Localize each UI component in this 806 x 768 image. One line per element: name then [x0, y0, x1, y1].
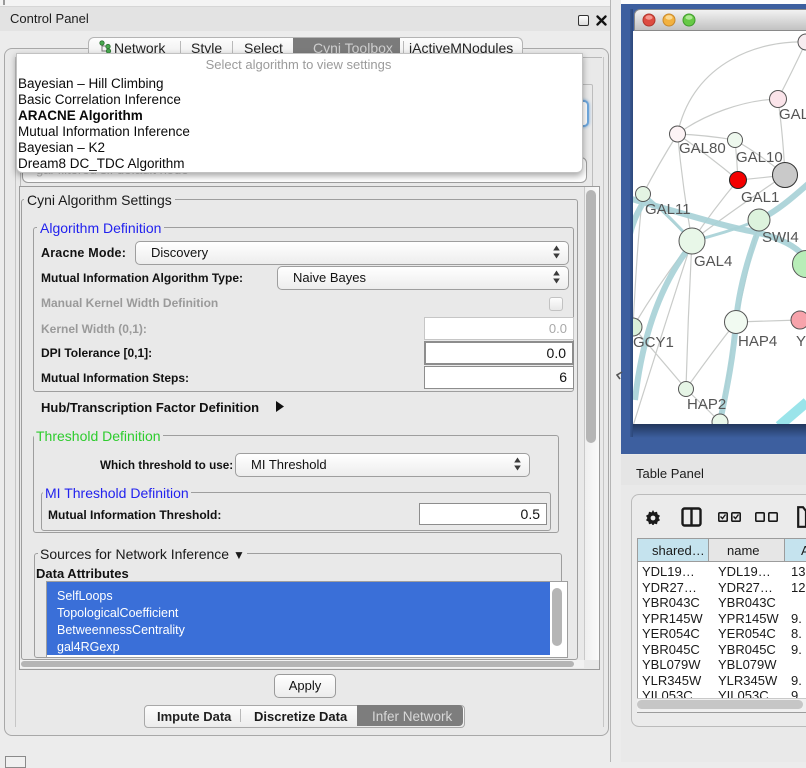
svg-text:GAL80: GAL80: [679, 140, 726, 157]
svg-text:SWI4: SWI4: [762, 229, 799, 246]
svg-text:GAL: GAL: [779, 106, 806, 123]
svg-text:HAP2: HAP2: [687, 396, 726, 413]
svg-text:GAL10: GAL10: [736, 149, 783, 166]
svg-text:GAL1: GAL1: [741, 189, 779, 206]
svg-text:GCY1: GCY1: [633, 334, 674, 351]
svg-text:HAP4: HAP4: [738, 333, 777, 350]
svg-text:GAL4: GAL4: [694, 253, 732, 270]
svg-text:Y: Y: [796, 333, 806, 350]
svg-text:GAL11: GAL11: [645, 201, 691, 218]
